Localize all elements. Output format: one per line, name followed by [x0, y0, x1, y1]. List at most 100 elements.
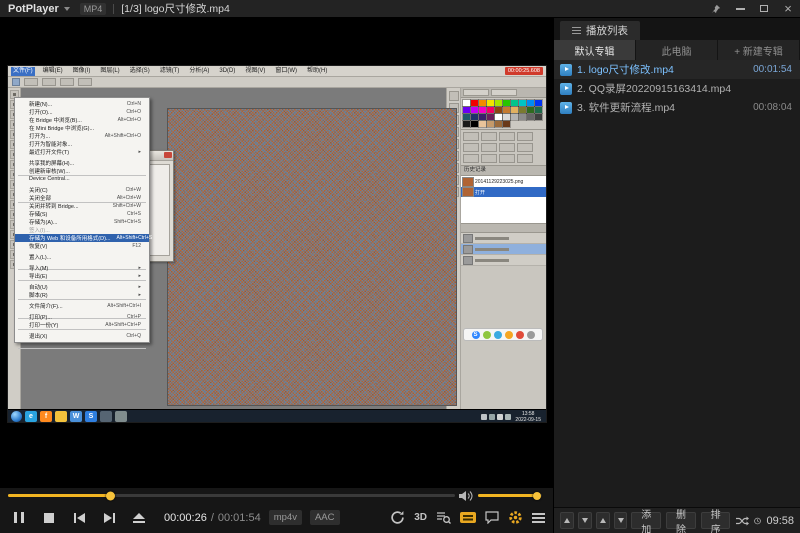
menu-item[interactable]: 共享我的屏幕(H)...: [15, 159, 149, 167]
move-down-button[interactable]: [578, 512, 592, 529]
menu-item[interactable]: 存储为 Web 和设备所用格式(D)... Alt+Shift+Ctrl+S: [15, 234, 149, 242]
menu-item[interactable]: 存储为(A)... Shift+Ctrl+S: [15, 218, 149, 226]
taskbar-icon[interactable]: f: [40, 411, 52, 422]
ps-menu-item[interactable]: 3D(D): [217, 67, 237, 76]
menu-item[interactable]: 关闭全部 Alt+Ctrl+W: [15, 194, 149, 202]
adjustment-icon[interactable]: [463, 154, 479, 163]
delete-button[interactable]: 删除: [666, 512, 696, 529]
taskbar-icon[interactable]: W: [70, 411, 82, 422]
menu-item[interactable]: 打开为... Alt+Shift+Ctrl+O: [15, 132, 149, 140]
menu-item[interactable]: 存储(S) Ctrl+S: [15, 210, 149, 218]
video-display-area[interactable]: 文件(F)编辑(E)图像(I)图层(L)选择(S)滤镜(T)分析(A)3D(D)…: [0, 18, 553, 488]
album-tab[interactable]: 默认专辑: [554, 40, 636, 60]
color-swatch[interactable]: [471, 100, 478, 106]
album-tab[interactable]: 此电脑: [636, 40, 718, 60]
recorder-icon[interactable]: [516, 331, 524, 339]
recorder-icon[interactable]: [483, 331, 491, 339]
adjustment-icon[interactable]: [517, 132, 533, 141]
taskbar-icon[interactable]: e: [25, 411, 37, 422]
ps-menu-item[interactable]: 图像(I): [71, 67, 93, 76]
minimize-button[interactable]: [728, 0, 752, 17]
menu-item[interactable]: 签入(I)...: [15, 226, 149, 234]
menu-item[interactable]: 打开(O)... Ctrl+O: [15, 108, 149, 116]
seek-bar[interactable]: [8, 494, 455, 497]
seek-handle[interactable]: [106, 491, 115, 500]
menu-item[interactable]: 打印(P)... Ctrl+P: [15, 313, 149, 321]
app-logo-text[interactable]: PotPlayer: [8, 3, 59, 15]
ps-menu-item[interactable]: 图层(L): [98, 67, 121, 76]
color-swatch[interactable]: [511, 114, 518, 120]
playlist-item[interactable]: 1. logo尺寸修改.mp4 00:01:54: [554, 60, 800, 79]
close-button[interactable]: ×: [776, 0, 800, 17]
menu-item[interactable]: 退出(X) Ctrl+Q: [15, 332, 149, 340]
layer-row[interactable]: [461, 244, 546, 255]
color-swatch[interactable]: [471, 121, 478, 127]
color-swatch[interactable]: [479, 100, 486, 106]
color-swatch[interactable]: [487, 107, 494, 113]
tray-icon[interactable]: [497, 414, 503, 420]
playlist-item[interactable]: 2. QQ录屏20220915163414.mp4: [554, 79, 800, 98]
panel-tab[interactable]: [491, 89, 517, 96]
ps-menu-item[interactable]: 文件(F): [11, 67, 35, 76]
menu-item[interactable]: 脚本(R) ▸: [15, 291, 149, 299]
panel-tab[interactable]: [463, 89, 489, 96]
color-swatch[interactable]: [535, 107, 542, 113]
layer-row[interactable]: [461, 233, 546, 244]
color-swatch[interactable]: [503, 114, 510, 120]
start-button[interactable]: [11, 411, 22, 422]
adjustment-icon[interactable]: [499, 132, 515, 141]
adjustment-icon[interactable]: [499, 143, 515, 152]
color-swatch[interactable]: [535, 100, 542, 106]
taskbar-icon[interactable]: S: [85, 411, 97, 422]
chevron-down-icon[interactable]: [64, 7, 70, 11]
color-swatch[interactable]: [535, 114, 542, 120]
menu-item[interactable]: 最近打开文件(T) ▸: [15, 148, 149, 156]
recorder-icon[interactable]: [527, 331, 535, 339]
next-button[interactable]: [94, 505, 124, 531]
color-swatch[interactable]: [495, 114, 502, 120]
color-swatch[interactable]: [527, 100, 534, 106]
color-swatch[interactable]: [495, 121, 502, 127]
tray-icon[interactable]: [481, 414, 487, 420]
menu-item[interactable]: Device Central...: [15, 175, 149, 183]
menu-item[interactable]: 在 Mini Bridge 中浏览(G)...: [15, 124, 149, 132]
color-swatch[interactable]: [471, 107, 478, 113]
scroll-up-button[interactable]: [596, 512, 610, 529]
audio-codec-badge[interactable]: AAC: [310, 510, 340, 525]
menu-item[interactable]: 打开为智能对象...: [15, 140, 149, 148]
color-swatch[interactable]: [487, 100, 494, 106]
video-codec-badge[interactable]: mp4v: [269, 510, 302, 525]
menu-item[interactable]: 在 Bridge 中浏览(B)... Alt+Ctrl+O: [15, 116, 149, 124]
rotate-360-button[interactable]: [390, 510, 405, 525]
ps-menu-item[interactable]: 编辑(E): [41, 67, 65, 76]
menu-item[interactable]: 关闭并转到 Bridge... Shift+Ctrl+W: [15, 202, 149, 210]
color-swatch[interactable]: [463, 121, 470, 127]
menu-item[interactable]: 导出(E) ▸: [15, 272, 149, 280]
subtitle-search-button[interactable]: [436, 510, 451, 525]
color-swatch[interactable]: [519, 114, 526, 120]
menu-item[interactable]: 恢复(V) F12: [15, 242, 149, 250]
stop-button[interactable]: [34, 505, 64, 531]
volume-handle[interactable]: [533, 492, 541, 500]
ps-menu-item[interactable]: 帮助(H): [305, 67, 329, 76]
recorder-icon[interactable]: [505, 331, 513, 339]
ps-menu-item[interactable]: 窗口(W): [273, 67, 299, 76]
chat-button[interactable]: [485, 511, 499, 524]
color-swatch[interactable]: [527, 107, 534, 113]
ps-menu-item[interactable]: 视图(V): [243, 67, 267, 76]
album-tab[interactable]: + 新建专辑: [718, 40, 800, 60]
settings-button[interactable]: [508, 510, 523, 525]
menu-item[interactable]: 关闭(C) Ctrl+W: [15, 186, 149, 194]
taskbar-icon[interactable]: [115, 411, 127, 422]
color-swatch[interactable]: [463, 107, 470, 113]
volume-slider[interactable]: [478, 494, 542, 497]
subtitle-button[interactable]: [460, 512, 476, 523]
recorder-icon[interactable]: [494, 331, 502, 339]
color-swatch[interactable]: [519, 107, 526, 113]
color-swatch[interactable]: [479, 114, 486, 120]
color-swatch[interactable]: [463, 114, 470, 120]
color-swatch[interactable]: [487, 114, 494, 120]
color-swatch[interactable]: [503, 100, 510, 106]
menu-item[interactable]: 创建新审核(W)...: [15, 167, 149, 175]
open-eject-button[interactable]: [124, 505, 154, 531]
